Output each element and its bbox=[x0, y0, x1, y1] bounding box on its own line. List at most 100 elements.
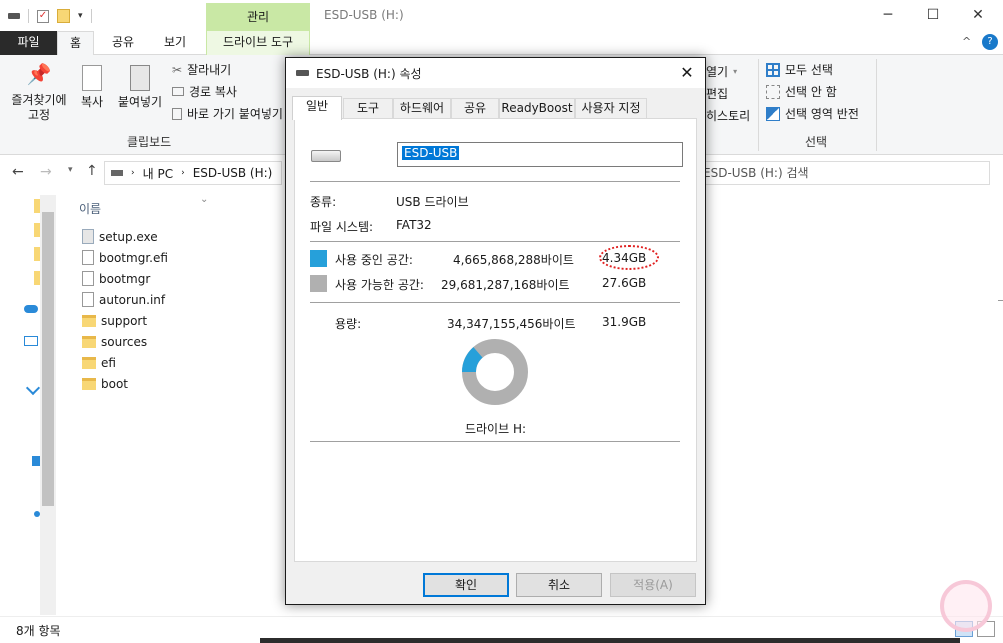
usb-drive-icon bbox=[311, 150, 341, 162]
capacity-label: 용량: bbox=[335, 317, 362, 331]
nav-scrollbar-thumb[interactable] bbox=[42, 212, 54, 506]
column-header-name[interactable]: 이름 bbox=[79, 200, 101, 217]
general-tab-panel: ESD-USB 종류: USB 드라이브 파일 시스템: FAT32 사용 중인… bbox=[294, 118, 697, 562]
invert-selection-button[interactable]: 선택 영역 반전 bbox=[766, 105, 859, 122]
edit-label: 편집 bbox=[706, 87, 729, 101]
file-icon bbox=[82, 271, 94, 286]
properties-icon[interactable]: ✓ bbox=[37, 9, 49, 23]
drive-letter-label: 드라이브 H: bbox=[464, 422, 527, 436]
edit-button[interactable]: 편집 bbox=[706, 85, 728, 102]
this-pc-icon[interactable] bbox=[24, 336, 38, 346]
dialog-close-button[interactable]: ✕ bbox=[669, 58, 705, 88]
divider bbox=[310, 441, 680, 442]
help-icon[interactable]: ? bbox=[982, 34, 998, 50]
file-item[interactable]: autorun.inf bbox=[82, 289, 165, 310]
pictures-icon[interactable] bbox=[32, 456, 40, 466]
free-space-swatch bbox=[310, 275, 327, 292]
recent-locations-icon[interactable]: ▾ bbox=[68, 165, 73, 175]
invert-selection-icon bbox=[766, 106, 780, 121]
drive-name-input[interactable]: ESD-USB bbox=[397, 142, 683, 167]
file-item[interactable]: bootmgr bbox=[82, 268, 150, 289]
tab-sharing[interactable]: 공유 bbox=[451, 98, 499, 119]
new-folder-icon[interactable] bbox=[57, 9, 70, 23]
close-button[interactable]: ✕ bbox=[955, 0, 1001, 31]
file-name: bootmgr bbox=[99, 271, 151, 286]
usage-donut-chart bbox=[462, 339, 528, 405]
apply-button[interactable]: 적용(A) bbox=[610, 573, 696, 597]
breadcrumb-pc[interactable]: 내 PC bbox=[143, 165, 173, 182]
cut-button[interactable]: ✂ 잘라내기 bbox=[172, 61, 231, 78]
tab-file[interactable]: 파일 bbox=[0, 31, 57, 55]
select-none-button[interactable]: 선택 안 함 bbox=[766, 83, 837, 100]
used-space-swatch bbox=[310, 250, 327, 267]
copy-icon bbox=[82, 65, 102, 91]
file-name: autorun.inf bbox=[99, 292, 166, 307]
scroll-edge bbox=[998, 300, 1003, 301]
free-space-bytes: 29,681,287,168바이트 bbox=[441, 278, 570, 292]
folder-icon bbox=[82, 377, 96, 390]
paste-shortcut-button[interactable]: 바로 가기 붙여넣기 bbox=[172, 105, 283, 122]
history-button[interactable]: 히스토리 bbox=[706, 107, 750, 124]
select-all-icon bbox=[766, 62, 780, 77]
paste-shortcut-label: 바로 가기 붙여넣기 bbox=[187, 107, 283, 121]
shortcut-icon bbox=[172, 107, 182, 120]
file-name: bootmgr.efi bbox=[99, 250, 168, 265]
breadcrumb-drive[interactable]: ESD-USB (H:) bbox=[193, 166, 273, 180]
tab-share[interactable]: 공유 bbox=[100, 31, 146, 55]
collapse-ribbon-icon[interactable]: ^ bbox=[962, 35, 971, 48]
file-item[interactable]: bootmgr.efi bbox=[82, 247, 168, 268]
copy-button[interactable]: 복사 bbox=[76, 65, 108, 110]
capacity-size: 31.9GB bbox=[602, 315, 647, 329]
onedrive-icon[interactable] bbox=[24, 305, 38, 313]
up-arrow-icon[interactable]: ↑ bbox=[86, 163, 98, 179]
folder-item[interactable]: sources bbox=[82, 331, 147, 352]
select-group-label: 선택 bbox=[805, 135, 828, 149]
downloads-icon[interactable] bbox=[25, 380, 41, 396]
invert-selection-label: 선택 영역 반전 bbox=[785, 107, 859, 121]
tab-home[interactable]: 홈 bbox=[57, 31, 95, 56]
folder-name: boot bbox=[101, 376, 129, 391]
file-item[interactable]: setup.exe bbox=[82, 226, 158, 247]
tab-general[interactable]: 일반 bbox=[292, 96, 342, 120]
group-divider bbox=[876, 59, 877, 151]
item-count: 8개 항목 bbox=[16, 624, 61, 638]
tab-drive-tools[interactable]: 드라이브 도구 bbox=[206, 31, 310, 55]
breadcrumb-separator-icon: › bbox=[181, 168, 185, 178]
search-input[interactable]: ESD-USB (H:) 검색 bbox=[700, 161, 990, 185]
folder-item[interactable]: boot bbox=[82, 373, 128, 394]
breadcrumb-separator-icon: › bbox=[131, 168, 135, 178]
divider bbox=[310, 181, 680, 182]
maximize-button[interactable]: ☐ bbox=[910, 0, 956, 31]
forward-arrow-icon[interactable]: → bbox=[40, 164, 52, 180]
address-box[interactable]: › 내 PC › ESD-USB (H:) bbox=[104, 161, 282, 185]
folder-item[interactable]: support bbox=[82, 310, 147, 331]
file-system-value: FAT32 bbox=[396, 218, 432, 232]
sort-chevron-icon[interactable]: ⌄ bbox=[200, 194, 208, 205]
tab-tools[interactable]: 도구 bbox=[343, 98, 393, 119]
copy-path-button[interactable]: 경로 복사 bbox=[172, 83, 237, 100]
drive-icon[interactable] bbox=[8, 13, 20, 19]
select-all-button[interactable]: 모두 선택 bbox=[766, 61, 833, 78]
pin-to-quick-access-button[interactable]: 📌 즐겨찾기에 고정 bbox=[6, 64, 72, 123]
cancel-button[interactable]: 취소 bbox=[516, 573, 602, 597]
customize-dropdown-icon[interactable]: ▾ bbox=[78, 11, 83, 21]
pin-label-2: 고정 bbox=[27, 108, 51, 122]
ok-button[interactable]: 확인 bbox=[423, 573, 509, 597]
minimize-button[interactable]: ─ bbox=[865, 0, 911, 31]
back-arrow-icon[interactable]: ← bbox=[12, 164, 24, 180]
paste-label: 붙여넣기 bbox=[117, 95, 163, 109]
ribbon-tab-bar: 파일 홈 공유 보기 드라이브 도구 ^ ? bbox=[0, 31, 1003, 56]
tab-customize[interactable]: 사용자 지정 bbox=[575, 98, 647, 119]
type-label: 종류: bbox=[310, 195, 337, 209]
folder-item[interactable]: efi bbox=[82, 352, 116, 373]
tab-hardware[interactable]: 하드웨어 bbox=[393, 98, 451, 119]
paste-button[interactable]: 붙여넣기 bbox=[114, 65, 166, 110]
tab-readyboost[interactable]: ReadyBoost bbox=[499, 98, 575, 119]
folder-name: sources bbox=[101, 334, 148, 349]
open-label: 열기 bbox=[706, 65, 729, 79]
manage-context-tab[interactable]: 관리 bbox=[206, 3, 310, 31]
select-all-label: 모두 선택 bbox=[785, 63, 833, 77]
tab-view[interactable]: 보기 bbox=[152, 31, 198, 55]
used-space-bytes: 4,665,868,288바이트 bbox=[453, 253, 574, 267]
open-button[interactable]: 열기 ▾ bbox=[706, 63, 737, 80]
